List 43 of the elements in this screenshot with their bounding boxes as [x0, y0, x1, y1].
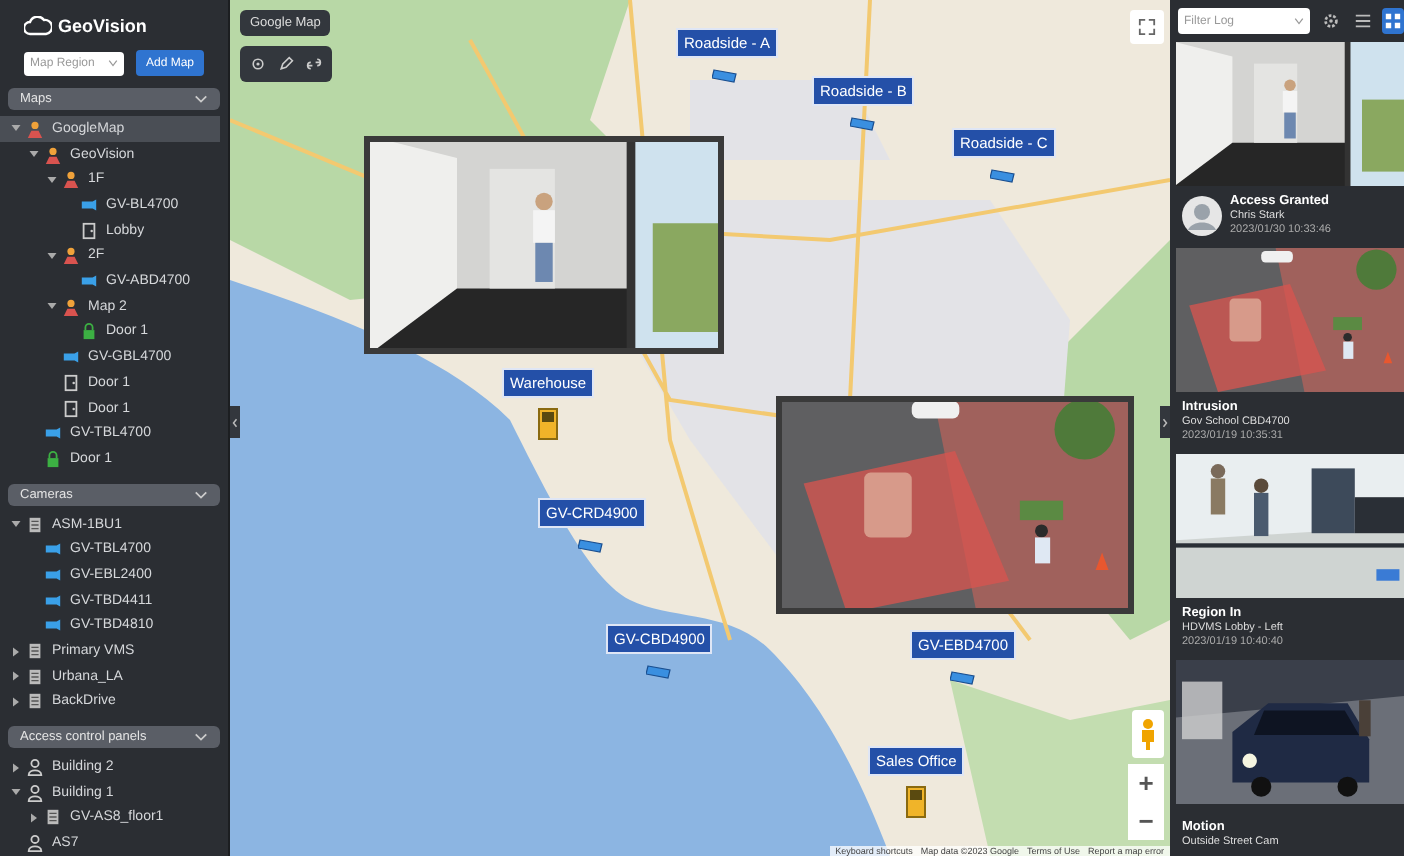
caret-icon[interactable]	[45, 300, 57, 313]
cloud-logo-icon	[24, 16, 52, 37]
map-pin-icon	[62, 246, 80, 265]
caret-icon[interactable]	[9, 122, 21, 135]
door-icon	[80, 221, 98, 240]
caret-icon[interactable]	[9, 786, 21, 799]
camera-icon	[44, 424, 62, 443]
caret-icon[interactable]	[45, 173, 57, 186]
map-pin-icon	[62, 297, 80, 316]
caret-icon[interactable]	[9, 645, 21, 658]
settings-icon	[1321, 12, 1340, 30]
door-icon	[62, 399, 80, 418]
door-icon	[62, 373, 80, 392]
map-pin-icon	[44, 145, 62, 164]
lock-icon	[44, 449, 62, 468]
view-button[interactable]	[1320, 8, 1342, 34]
user-icon	[26, 834, 44, 853]
server-icon	[26, 692, 44, 711]
list-icon	[1353, 12, 1372, 30]
server-icon	[26, 515, 44, 534]
grid-icon	[1384, 12, 1403, 30]
caret-icon[interactable]	[45, 249, 57, 262]
user-icon	[26, 758, 44, 777]
camera-icon	[80, 272, 98, 291]
server-icon	[44, 808, 62, 827]
map-pin-icon	[62, 170, 80, 189]
caret-icon	[1294, 16, 1305, 26]
caret-icon[interactable]	[9, 670, 21, 683]
server-icon	[26, 642, 44, 661]
caret-icon[interactable]	[27, 811, 39, 824]
view-button[interactable]	[1382, 8, 1404, 34]
caret-icon[interactable]	[9, 518, 21, 531]
caret-icon[interactable]	[9, 695, 21, 708]
logo-text: GeoVision	[58, 16, 147, 37]
camera-icon	[80, 196, 98, 215]
caret-icon[interactable]	[27, 148, 39, 161]
lock-icon	[80, 322, 98, 341]
server-icon	[26, 667, 44, 686]
camera-icon	[62, 348, 80, 367]
user-icon	[26, 783, 44, 802]
caret-icon[interactable]	[9, 761, 21, 774]
map-pin-icon	[26, 119, 44, 138]
caret-icon	[108, 58, 118, 69]
